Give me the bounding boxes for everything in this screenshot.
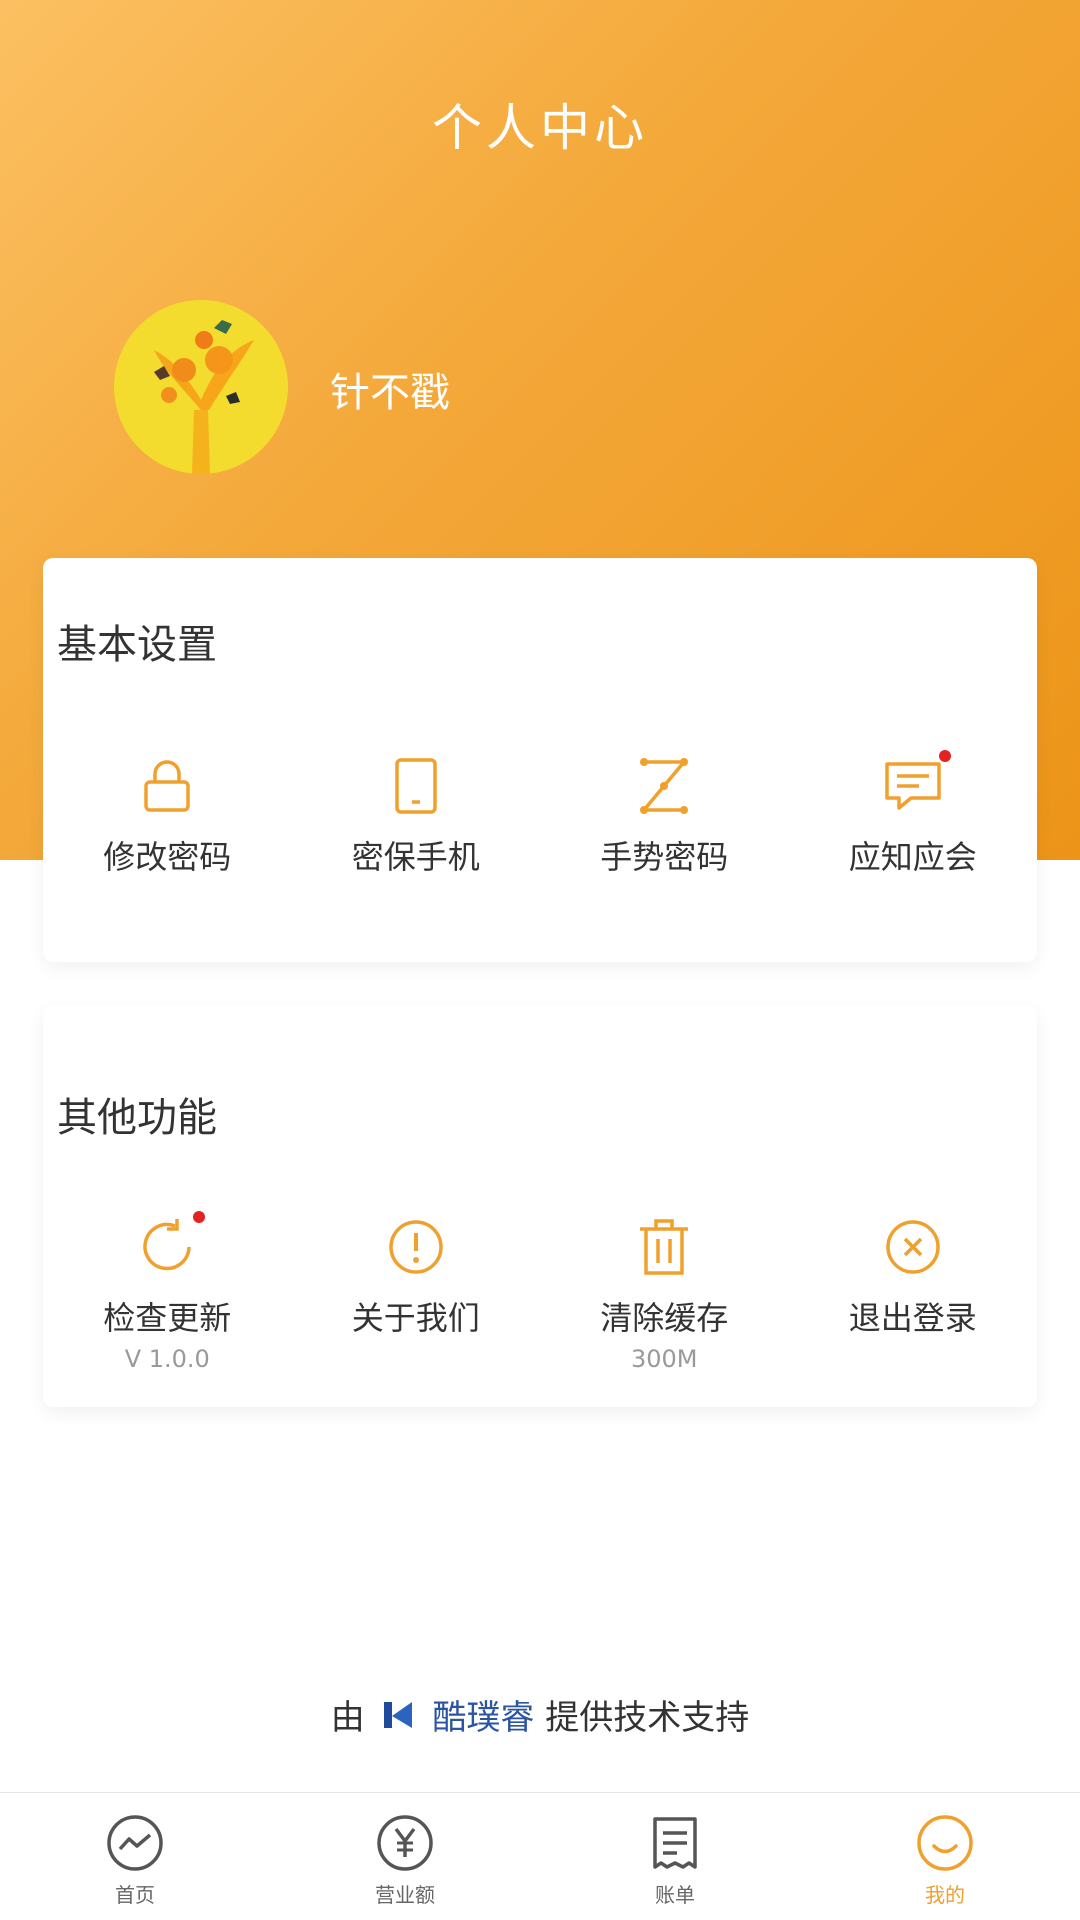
profile-page: 个人中心 针不戳 基本设置 修改密码 密保手机 手势密码 应知应会 其他功能 检… <box>0 0 1080 1920</box>
smile-icon <box>917 1815 973 1871</box>
brand-name: 酷璞睿 <box>432 1698 535 1738</box>
gesture-password-item[interactable]: 手势密码 <box>540 754 789 878</box>
about-us-item[interactable]: 关于我们 <box>292 1215 541 1373</box>
check-update-item[interactable]: 检查更新 V 1.0.0 <box>43 1211 292 1373</box>
change-password-label: 修改密码 <box>103 838 232 876</box>
refresh-icon <box>143 1219 191 1271</box>
brand-logo-icon <box>382 1698 416 1741</box>
credit-suffix: 提供技术支持 <box>545 1698 750 1738</box>
close-circle-icon <box>886 1220 940 1274</box>
tech-support-credit: 由 酷璞睿 提供技术支持 <box>0 1690 1080 1741</box>
notification-dot <box>938 750 951 762</box>
security-phone-label: 密保手机 <box>351 838 480 876</box>
change-password-item[interactable]: 修改密码 <box>43 754 292 878</box>
about-us-label: 关于我们 <box>351 1299 480 1337</box>
clear-cache-item[interactable]: 清除缓存 300M <box>540 1215 789 1373</box>
tab-revenue[interactable]: 营业额 <box>270 1793 540 1920</box>
bottom-tab-bar: 首页 营业额 账单 我的 <box>0 1792 1080 1920</box>
receipt-icon <box>653 1817 697 1869</box>
tab-mine-label: 我的 <box>925 1883 965 1907</box>
message-icon <box>885 762 941 810</box>
security-phone-item[interactable]: 密保手机 <box>292 754 541 878</box>
chart-icon <box>107 1815 163 1871</box>
tab-bill-label: 账单 <box>655 1883 695 1907</box>
version-text: V 1.0.0 <box>124 1345 210 1373</box>
clear-cache-label: 清除缓存 <box>600 1299 729 1337</box>
trash-icon <box>640 1219 689 1275</box>
basic-settings-grid: 修改密码 密保手机 手势密码 应知应会 <box>43 750 1038 878</box>
logout-item[interactable]: 退出登录 <box>789 1215 1038 1373</box>
info-icon <box>389 1220 443 1274</box>
page-title: 个人中心 <box>432 99 648 157</box>
other-functions-grid: 检查更新 V 1.0.0 关于我们 清除缓存 300M 退出登录 <box>43 1211 1038 1373</box>
gesture-icon <box>640 758 689 814</box>
other-functions-title: 其他功能 <box>57 1095 217 1141</box>
avatar-image <box>114 300 288 474</box>
check-update-label: 检查更新 <box>103 1299 232 1337</box>
tab-revenue-label: 营业额 <box>375 1883 435 1907</box>
tab-mine[interactable]: 我的 <box>810 1793 1080 1920</box>
cache-size-text: 300M <box>630 1345 698 1373</box>
lock-icon <box>144 760 190 812</box>
avatar[interactable] <box>114 300 288 474</box>
basic-settings-title: 基本设置 <box>57 622 217 668</box>
gesture-password-label: 手势密码 <box>600 838 729 876</box>
credit-prefix: 由 <box>330 1698 365 1738</box>
must-know-label: 应知应会 <box>848 838 977 876</box>
must-know-item[interactable]: 应知应会 <box>789 750 1038 878</box>
tab-home[interactable]: 首页 <box>0 1793 270 1920</box>
notification-dot <box>193 1211 206 1223</box>
tab-bill[interactable]: 账单 <box>540 1793 810 1920</box>
logout-label: 退出登录 <box>848 1299 977 1337</box>
tab-home-label: 首页 <box>115 1883 155 1907</box>
phone-icon <box>395 758 437 814</box>
username[interactable]: 针不戳 <box>330 360 450 418</box>
yen-icon <box>377 1815 433 1871</box>
